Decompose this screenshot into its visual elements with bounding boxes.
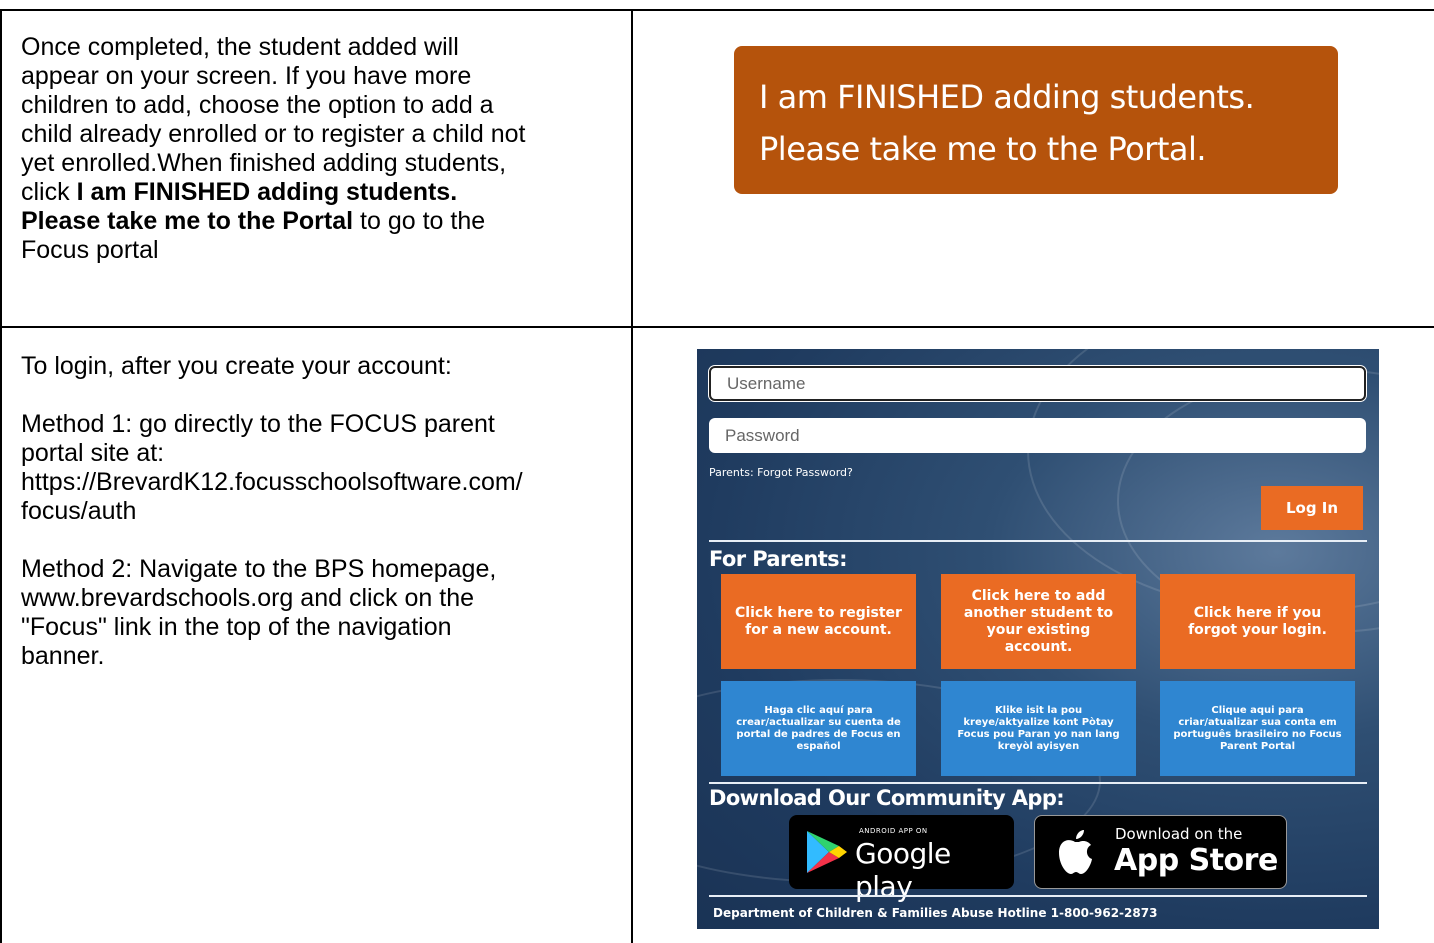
text-line: children to add, choose the option to ad… (21, 91, 494, 119)
focus-login-screenshot: Username Password Parents: Forgot Passwo… (697, 349, 1379, 929)
divider (709, 895, 1367, 897)
portuguese-portal-tile[interactable]: Clique aqui para criar/atualizar sua con… (1160, 681, 1355, 776)
table-border-middle (0, 326, 1434, 328)
text-line: Please take me to the Portal to go to th… (21, 207, 621, 236)
table-border-divider (631, 9, 633, 943)
google-play-small-text: ANDROID APP ON (859, 827, 928, 835)
google-play-big-text: Google play (855, 837, 951, 903)
method2-text: Method 2: Navigate to the BPS homepage, (21, 555, 497, 583)
left-bottom-cell: To login, after you create your account:… (21, 352, 621, 671)
forgot-password-link[interactable]: Parents: Forgot Password? (709, 466, 853, 479)
bold-instruction-2: Please take me to the Portal (21, 207, 354, 235)
app-store-big-text: App Store (1114, 843, 1278, 878)
password-input[interactable]: Password (709, 418, 1366, 453)
finish-button-line-2: Please take me to the Portal. (759, 130, 1207, 168)
bold-instruction-1: I am FINISHED adding students. (76, 178, 458, 206)
text-line: Once completed, the student added will (21, 33, 459, 61)
method2-text: www.brevardschools.org and click on the (21, 584, 475, 612)
spanish-portal-tile[interactable]: Haga clic aquí para crear/actualizar su … (721, 681, 916, 776)
suffix-text: to go to the (353, 207, 486, 235)
app-store-badge[interactable]: Download on the App Store (1034, 815, 1287, 889)
apple-icon (1059, 830, 1092, 874)
text-line: child already enrolled or to register a … (21, 120, 526, 148)
google-play-badge[interactable]: ANDROID APP ON Google play (789, 815, 1014, 903)
divider (709, 782, 1367, 784)
method2-text: "Focus" link in the top of the navigatio… (21, 613, 452, 641)
login-button[interactable]: Log In (1261, 486, 1363, 530)
text-line: Focus portal (21, 236, 159, 264)
haitian-creole-portal-tile[interactable]: Klike isit la pou kreye/aktyalize kont P… (941, 681, 1136, 776)
abuse-hotline-text: Department of Children & Families Abuse … (713, 906, 1158, 920)
method1-text: portal site at: (21, 439, 165, 467)
method1-text: Method 1: go directly to the FOCUS paren… (21, 410, 495, 438)
method2-text: banner. (21, 642, 105, 670)
community-app-heading: Download Our Community App: (709, 786, 1065, 810)
focus-url: https://BrevardK12.focusschoolsoftware.c… (21, 468, 523, 496)
click-prefix: click (21, 178, 77, 206)
forgot-login-tile[interactable]: Click here if you forgot your login. (1160, 574, 1355, 669)
for-parents-heading: For Parents: (709, 547, 847, 571)
username-input[interactable]: Username (709, 366, 1366, 401)
divider (709, 540, 1367, 542)
focus-url: focus/auth (21, 497, 137, 525)
intro-text: To login, after you create your account: (21, 352, 452, 380)
table-border-top (0, 9, 1434, 11)
text-line: yet enrolled.When finished adding studen… (21, 149, 507, 177)
text-line: click I am FINISHED adding students. (21, 178, 621, 207)
finished-adding-students-button[interactable]: I am FINISHED adding students. Please ta… (734, 46, 1338, 194)
register-account-tile[interactable]: Click here to register for a new account… (721, 574, 916, 669)
app-store-small-text: Download on the (1115, 825, 1243, 843)
google-play-icon (807, 831, 847, 873)
left-top-cell: Once completed, the student added will a… (21, 33, 621, 265)
text-line: appear on your screen. If you have more (21, 62, 472, 90)
add-student-tile[interactable]: Click here to add another student to you… (941, 574, 1136, 669)
table-border-left (0, 9, 2, 943)
finish-button-line-1: I am FINISHED adding students. (759, 78, 1255, 116)
